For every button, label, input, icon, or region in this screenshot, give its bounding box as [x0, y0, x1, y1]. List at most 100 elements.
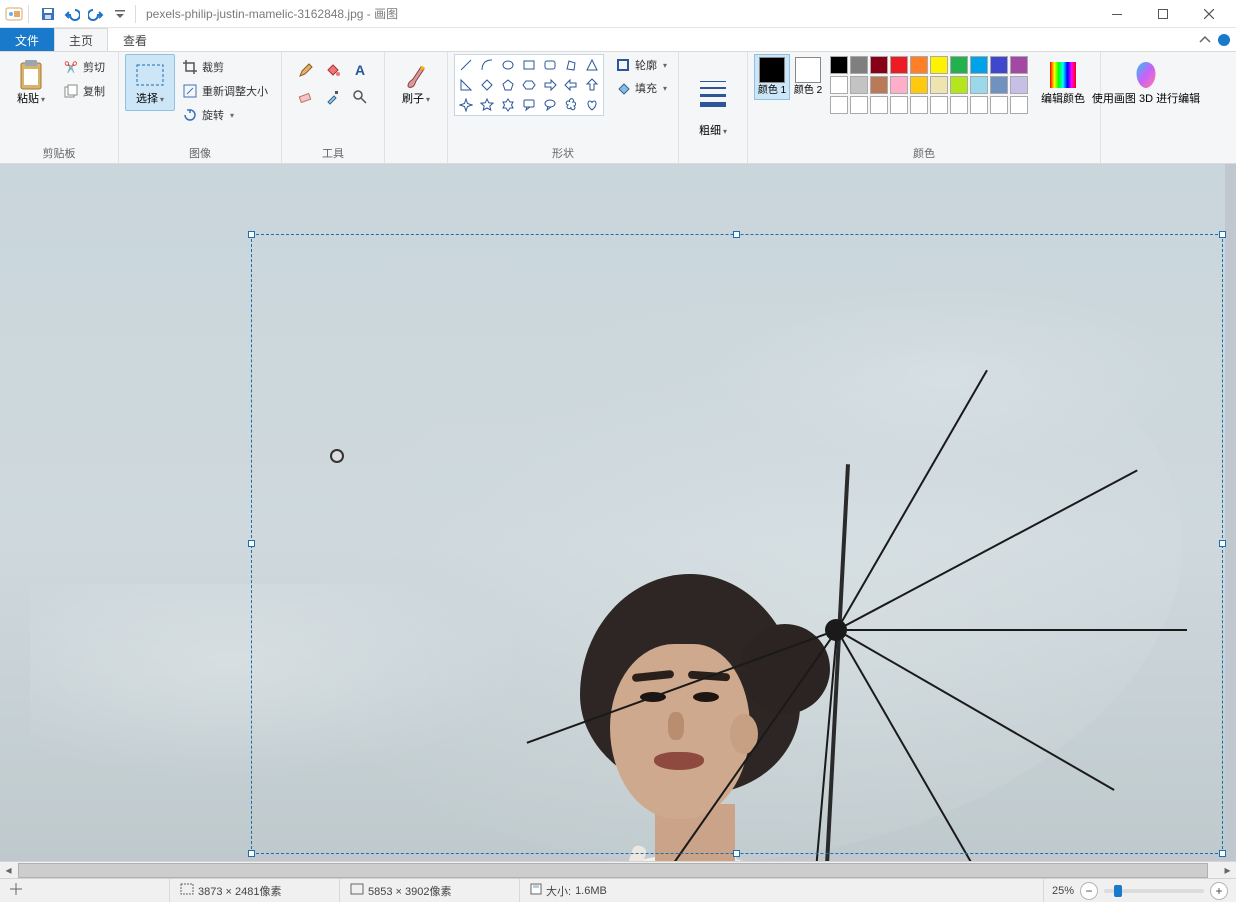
scroll-thumb[interactable] — [18, 863, 1208, 878]
eraser-tool[interactable] — [294, 85, 318, 109]
palette-color[interactable] — [850, 96, 868, 114]
selection-handle-n[interactable] — [733, 231, 740, 238]
shape-callout-rect[interactable] — [518, 95, 539, 115]
shape-hexagon[interactable] — [518, 75, 539, 95]
color-1-button[interactable]: 颜色 1 — [754, 54, 790, 100]
canvas-area[interactable]: ◂ ▸ — [0, 164, 1236, 878]
collapse-ribbon-button[interactable] — [1192, 28, 1218, 51]
palette-color[interactable] — [870, 96, 888, 114]
palette-color[interactable] — [990, 56, 1008, 74]
palette-color[interactable] — [910, 96, 928, 114]
cut-button[interactable]: ✂️剪切 — [58, 56, 110, 78]
save-button[interactable] — [37, 3, 59, 25]
zoom-in-button[interactable]: + — [1210, 882, 1228, 900]
shape-fill-button[interactable]: 填充▾ — [610, 77, 672, 99]
resize-button[interactable]: 重新调整大小 — [177, 80, 273, 102]
palette-color[interactable] — [950, 56, 968, 74]
copy-button[interactable]: 复制 — [58, 80, 110, 102]
shape-arrow-u[interactable] — [582, 75, 603, 95]
zoom-slider[interactable] — [1104, 889, 1204, 893]
palette-color[interactable] — [890, 96, 908, 114]
shape-arrow-r[interactable] — [540, 75, 561, 95]
palette-color[interactable] — [970, 56, 988, 74]
palette-color[interactable] — [1010, 96, 1028, 114]
rotate-button[interactable]: 旋转▾ — [177, 104, 273, 126]
selection-handle-w[interactable] — [248, 540, 255, 547]
shape-pentagon[interactable] — [497, 75, 518, 95]
brushes-button[interactable]: 刷子▾ — [391, 54, 441, 111]
selection-marquee[interactable] — [251, 234, 1223, 854]
palette-color[interactable] — [930, 56, 948, 74]
palette-color[interactable] — [870, 76, 888, 94]
palette-color[interactable] — [830, 76, 848, 94]
palette-color[interactable] — [930, 76, 948, 94]
tab-file[interactable]: 文件 — [0, 28, 54, 51]
shape-outline-button[interactable]: 轮廓▾ — [610, 54, 672, 76]
horizontal-scrollbar[interactable]: ◂ ▸ — [0, 861, 1236, 878]
palette-color[interactable] — [850, 56, 868, 74]
close-button[interactable] — [1186, 0, 1232, 28]
scroll-right-button[interactable]: ▸ — [1219, 862, 1236, 879]
maximize-button[interactable] — [1140, 0, 1186, 28]
undo-button[interactable] — [61, 3, 83, 25]
tab-view[interactable]: 查看 — [108, 28, 162, 51]
shape-star5[interactable] — [476, 95, 497, 115]
shape-diamond[interactable] — [476, 75, 497, 95]
palette-color[interactable] — [950, 76, 968, 94]
help-icon[interactable] — [1218, 34, 1230, 46]
shape-arrow-l[interactable] — [561, 75, 582, 95]
fill-tool[interactable] — [321, 58, 345, 82]
palette-color[interactable] — [910, 76, 928, 94]
selection-handle-sw[interactable] — [248, 850, 255, 857]
shape-polygon[interactable] — [561, 55, 582, 75]
shape-rect[interactable] — [518, 55, 539, 75]
shape-oval[interactable] — [497, 55, 518, 75]
paste-button[interactable]: 粘贴▾ — [6, 54, 56, 111]
redo-button[interactable] — [85, 3, 107, 25]
minimize-button[interactable] — [1094, 0, 1140, 28]
palette-color[interactable] — [990, 96, 1008, 114]
palette-color[interactable] — [1010, 76, 1028, 94]
palette-color[interactable] — [910, 56, 928, 74]
palette-color[interactable] — [850, 76, 868, 94]
magnifier-tool[interactable] — [348, 85, 372, 109]
select-button[interactable]: 选择▾ — [125, 54, 175, 111]
selection-handle-nw[interactable] — [248, 231, 255, 238]
crop-button[interactable]: 裁剪 — [177, 56, 273, 78]
selection-handle-ne[interactable] — [1219, 231, 1226, 238]
palette-color[interactable] — [890, 56, 908, 74]
shape-star4[interactable] — [455, 95, 476, 115]
color-2-button[interactable]: 颜色 2 — [790, 54, 826, 100]
tab-home[interactable]: 主页 — [54, 28, 108, 51]
zoom-out-button[interactable]: − — [1080, 882, 1098, 900]
shape-rtriangle[interactable] — [455, 75, 476, 95]
shape-line[interactable] — [455, 55, 476, 75]
edit-colors-button[interactable]: 编辑颜色 — [1032, 54, 1094, 111]
shape-curve[interactable] — [476, 55, 497, 75]
stroke-width-button[interactable]: 粗细▾ — [685, 54, 741, 143]
selection-handle-e[interactable] — [1219, 540, 1226, 547]
shape-roundrect[interactable] — [540, 55, 561, 75]
palette-color[interactable] — [830, 96, 848, 114]
palette-color[interactable] — [830, 56, 848, 74]
picker-tool[interactable] — [321, 85, 345, 109]
text-tool[interactable]: A — [348, 58, 372, 82]
palette-color[interactable] — [890, 76, 908, 94]
palette-color[interactable] — [970, 76, 988, 94]
palette-color[interactable] — [950, 96, 968, 114]
palette-color[interactable] — [1010, 56, 1028, 74]
shape-callout-cloud[interactable] — [561, 95, 582, 115]
shape-heart[interactable] — [582, 95, 603, 115]
paint3d-button[interactable]: 使用画图 3D 进行编辑 — [1107, 54, 1185, 111]
palette-color[interactable] — [990, 76, 1008, 94]
selection-handle-se[interactable] — [1219, 850, 1226, 857]
shape-star6[interactable] — [497, 95, 518, 115]
scroll-left-button[interactable]: ◂ — [0, 862, 17, 879]
pencil-tool[interactable] — [294, 58, 318, 82]
palette-color[interactable] — [930, 96, 948, 114]
selection-handle-s[interactable] — [733, 850, 740, 857]
shape-triangle[interactable] — [582, 55, 603, 75]
palette-color[interactable] — [870, 56, 888, 74]
qat-customize-button[interactable] — [109, 3, 131, 25]
shapes-gallery[interactable] — [454, 54, 604, 116]
